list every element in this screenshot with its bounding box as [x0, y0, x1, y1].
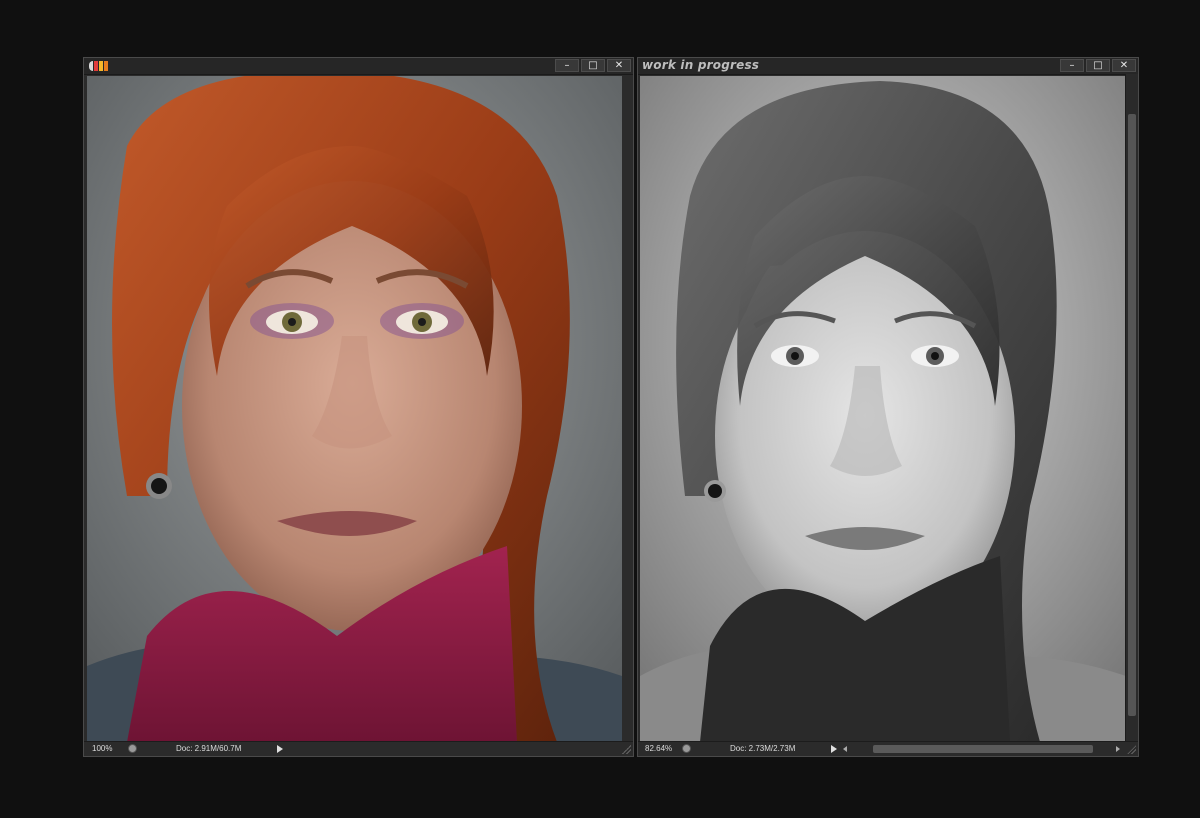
color-portrait-image	[87, 76, 622, 742]
right-window-titlebar[interactable]: work in progress – □ ✕	[638, 58, 1138, 75]
grayscale-portrait-image	[640, 76, 1126, 742]
close-button[interactable]: ✕	[607, 59, 631, 72]
resize-grip-icon[interactable]	[622, 745, 631, 754]
maximize-button[interactable]: □	[1086, 59, 1110, 72]
status-menu-arrow-icon[interactable]	[831, 745, 837, 753]
close-button[interactable]: ✕	[1112, 59, 1136, 72]
scroll-left-icon[interactable]	[843, 746, 847, 752]
window-title: work in progress	[642, 58, 760, 72]
resize-grip-icon[interactable]	[1127, 745, 1136, 754]
horizontal-scroll-thumb[interactable]	[873, 745, 1093, 753]
doc-size: Doc: 2.73M/2.73M	[730, 744, 796, 753]
maximize-button[interactable]: □	[581, 59, 605, 72]
status-menu-arrow-icon[interactable]	[277, 745, 283, 753]
vertical-scrollbar[interactable]	[1125, 74, 1138, 742]
doc-size: Doc: 2.91M/60.7M	[176, 744, 242, 753]
right-image-canvas[interactable]	[640, 76, 1126, 742]
right-document-window[interactable]: work in progress – □ ✕ 82.64% Doc: 2.73M…	[637, 57, 1139, 757]
right-status-bar: 82.64% Doc: 2.73M/2.73M	[638, 741, 1138, 756]
scroll-right-icon[interactable]	[1116, 746, 1120, 752]
left-window-titlebar[interactable]: – □ ✕	[84, 58, 633, 75]
zoom-level[interactable]: 100%	[92, 744, 112, 753]
app-logo-icon	[89, 61, 108, 71]
status-info-icon[interactable]	[682, 744, 691, 753]
zoom-level[interactable]: 82.64%	[645, 744, 672, 753]
minimize-button[interactable]: –	[1060, 59, 1084, 72]
vertical-scroll-thumb[interactable]	[1128, 114, 1136, 716]
left-image-canvas[interactable]	[87, 76, 622, 742]
left-status-bar: 100% Doc: 2.91M/60.7M	[84, 741, 633, 756]
left-document-window[interactable]: – □ ✕ 100% Doc: 2.91M/60.7M	[83, 57, 634, 757]
status-info-icon[interactable]	[128, 744, 137, 753]
minimize-button[interactable]: –	[555, 59, 579, 72]
